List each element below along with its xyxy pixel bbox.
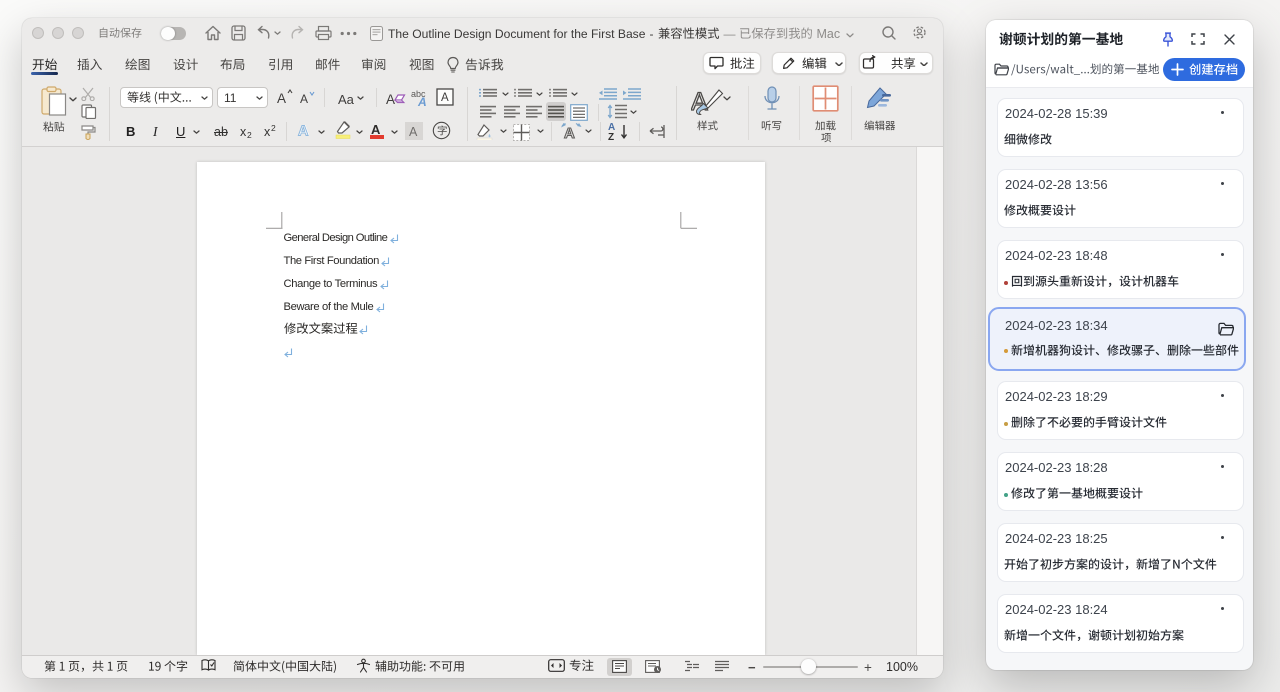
svg-text:A: A <box>564 125 575 140</box>
svg-text:A: A <box>298 124 309 139</box>
